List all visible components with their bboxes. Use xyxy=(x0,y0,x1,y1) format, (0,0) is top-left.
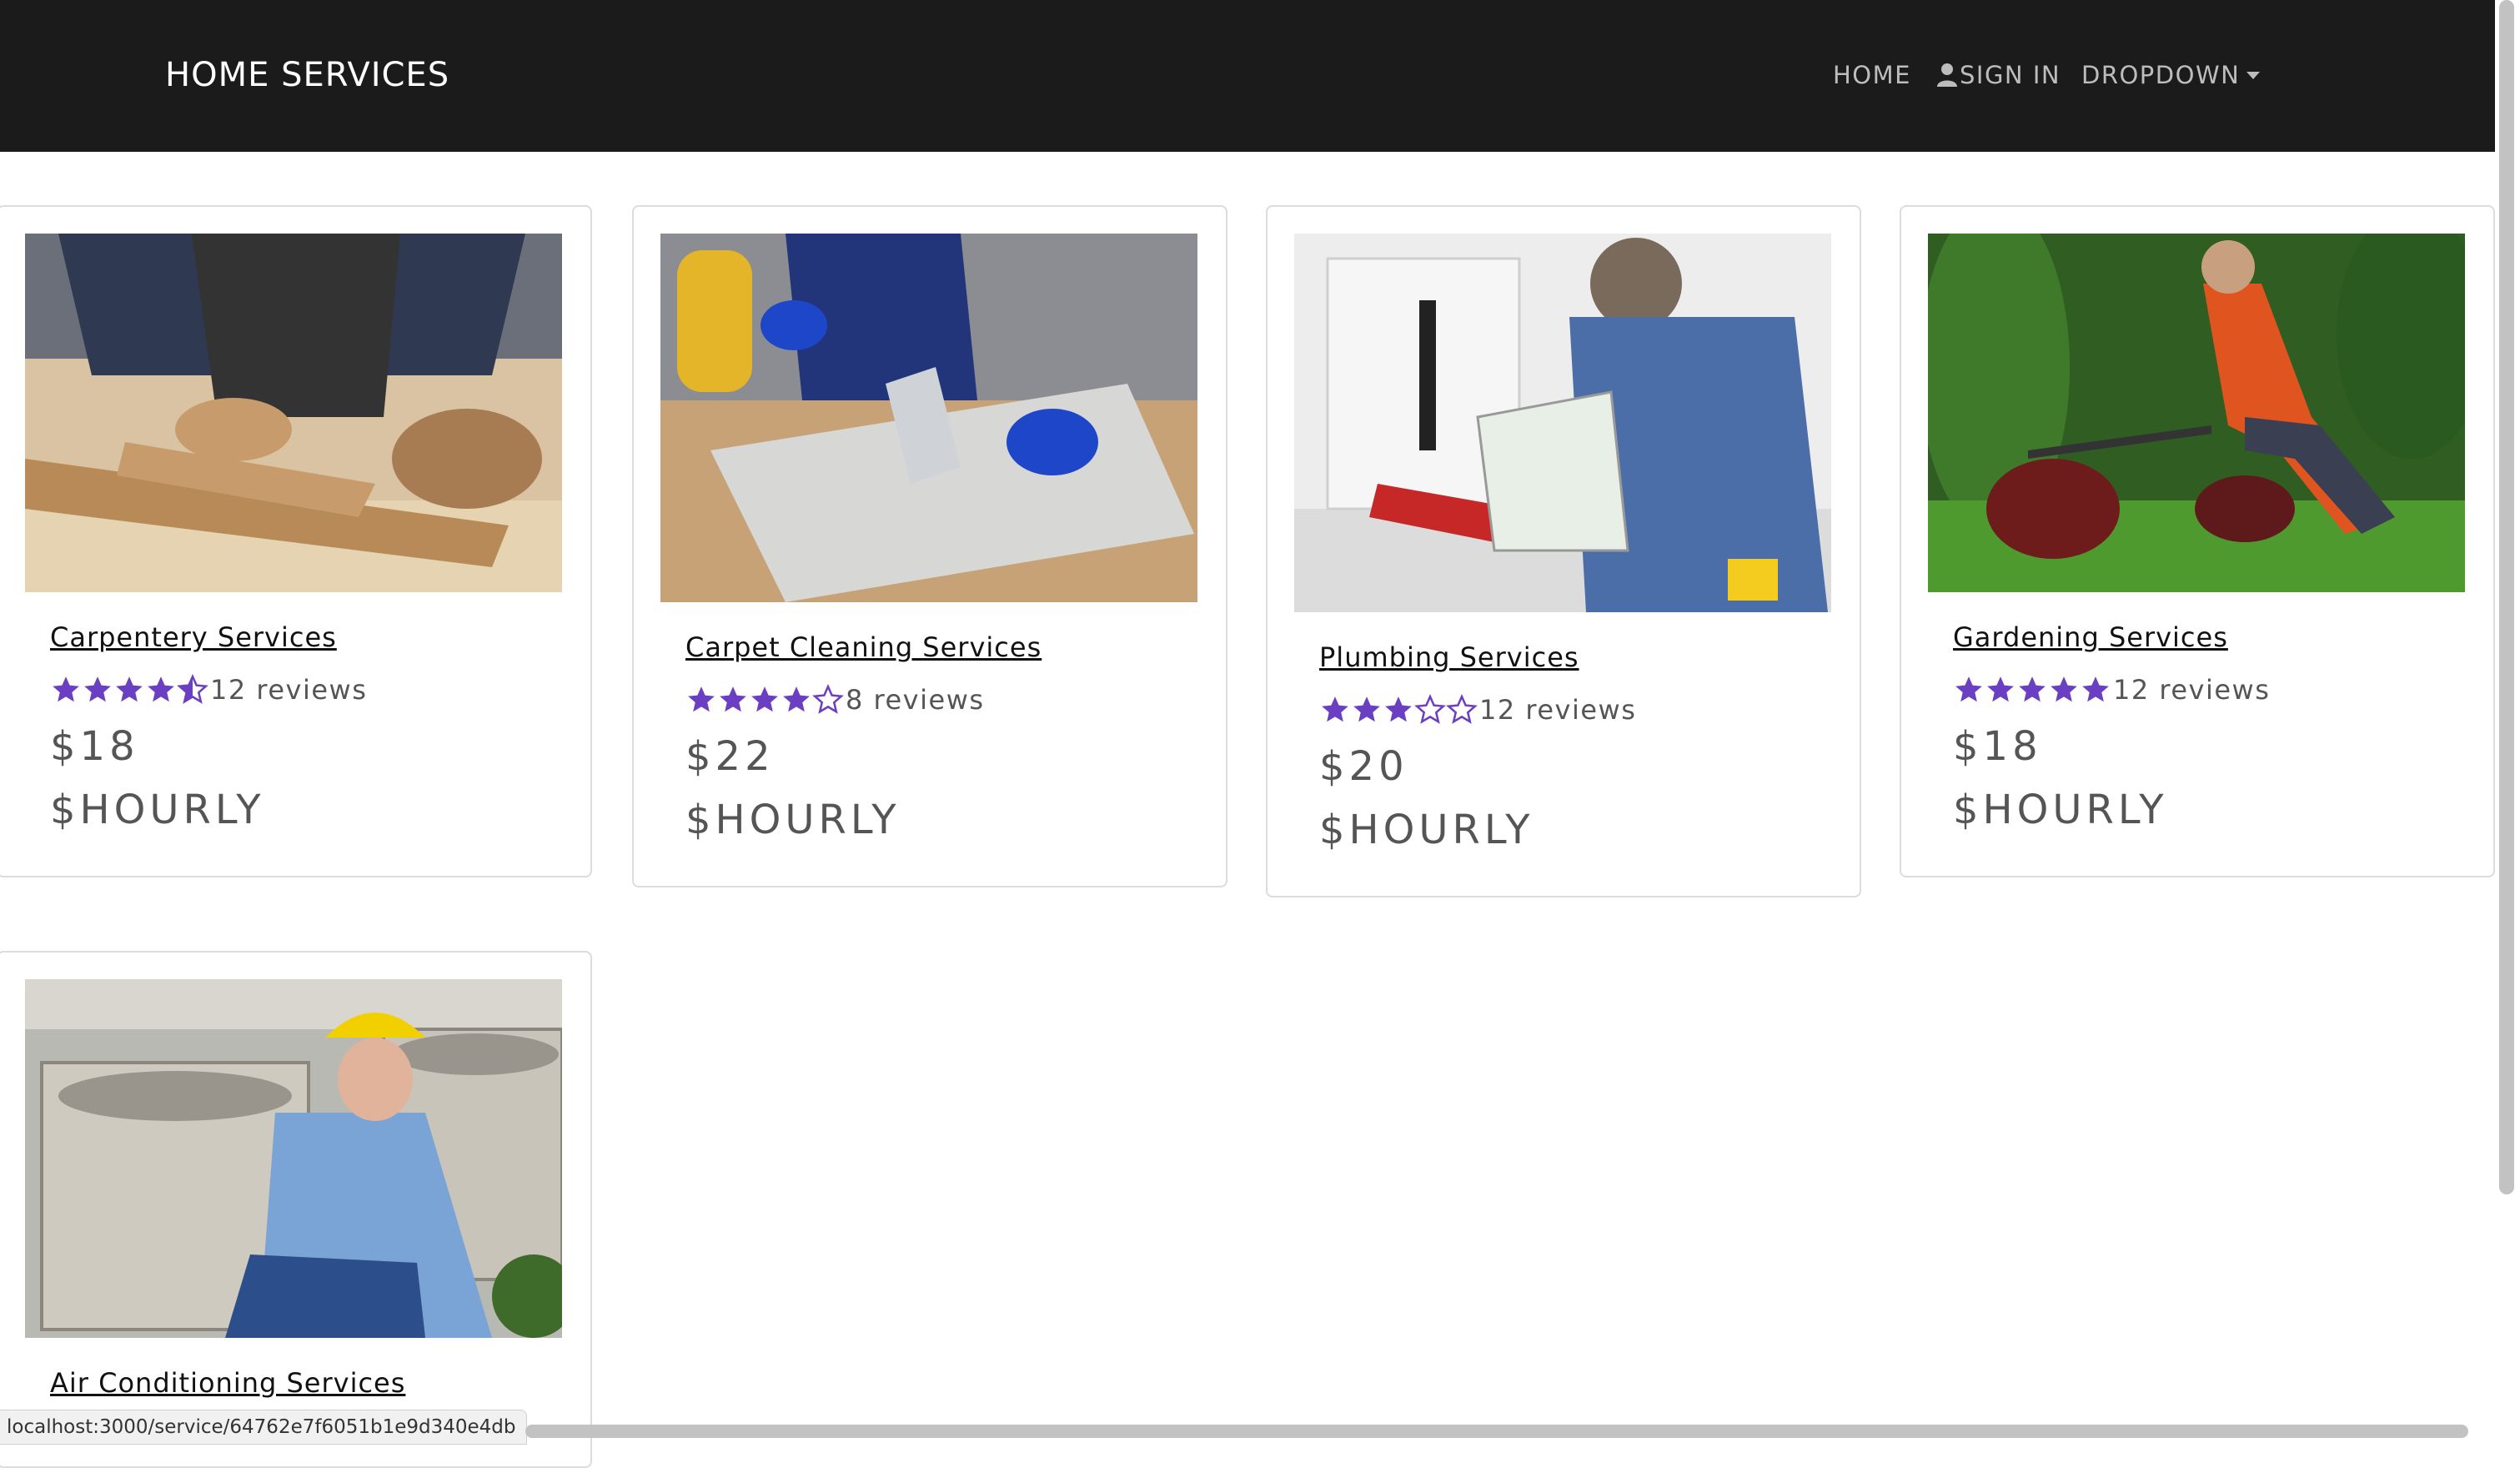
carpentry-photo[interactable] xyxy=(25,234,562,592)
service-price: $18 xyxy=(1953,723,2042,770)
service-title-link[interactable]: Air Conditioning Services xyxy=(50,1365,405,1401)
star-rating xyxy=(1953,674,2111,706)
star-empty-icon xyxy=(812,684,844,714)
star-full-icon xyxy=(148,676,174,702)
service-title-link[interactable]: Plumbing Services xyxy=(1319,639,1579,676)
star-full-icon xyxy=(2082,676,2109,702)
star-full-icon xyxy=(720,686,746,712)
star-empty-icon xyxy=(1414,694,1446,724)
star-full-icon xyxy=(783,686,810,712)
service-card-carpet-cleaning[interactable]: Carpet Cleaning Services 8 reviews $22 $… xyxy=(632,205,1227,887)
rating-row: 12 reviews xyxy=(1953,674,2270,706)
status-bar-url: localhost:3000/service/64762e7f6051b1e9d… xyxy=(0,1410,527,1445)
rating-row: 12 reviews xyxy=(50,674,367,706)
star-rating xyxy=(50,674,208,706)
nav-signin-link[interactable]: SIGN IN xyxy=(1936,58,2061,92)
star-full-icon xyxy=(53,676,79,702)
service-card-gardening[interactable]: Gardening Services 12 reviews $18 $HOURL… xyxy=(1900,205,2495,877)
navbar: HOME SERVICES HOME SIGN IN DROPDOWN xyxy=(0,0,2495,152)
star-rating xyxy=(1319,694,1478,726)
service-rate-unit: $HOURLY xyxy=(1953,787,2168,833)
review-count: 12 reviews xyxy=(1479,694,1637,726)
star-full-icon xyxy=(116,676,143,702)
service-card-plumbing[interactable]: Plumbing Services 12 reviews $20 $HOURLY xyxy=(1266,205,1861,897)
star-full-icon xyxy=(1385,696,1412,722)
review-count: 12 reviews xyxy=(2113,674,2271,706)
caret-down-icon xyxy=(2246,71,2261,79)
star-full-icon xyxy=(1987,676,2014,702)
plumbing-photo[interactable] xyxy=(1294,234,1831,612)
review-count: 8 reviews xyxy=(846,684,985,716)
star-full-icon xyxy=(1322,696,1348,722)
nav-dropdown-toggle[interactable]: DROPDOWN xyxy=(2081,58,2261,92)
carpet-cleaning-photo[interactable] xyxy=(660,234,1197,602)
nav-dropdown-label: DROPDOWN xyxy=(2081,61,2241,89)
star-full-icon xyxy=(688,686,715,712)
air-conditioning-photo[interactable] xyxy=(25,979,562,1338)
service-rate-unit: $HOURLY xyxy=(685,797,901,843)
star-full-icon xyxy=(2051,676,2077,702)
service-card-carpentry[interactable]: Carpentery Services 12 reviews $18 $HOUR… xyxy=(0,205,592,877)
vertical-scrollbar[interactable] xyxy=(2499,0,2514,1194)
brand-logo[interactable]: HOME SERVICES xyxy=(165,52,449,98)
service-title-link[interactable]: Carpet Cleaning Services xyxy=(685,629,1042,666)
review-count: 12 reviews xyxy=(210,674,368,706)
nav-signin-label: SIGN IN xyxy=(1960,61,2061,89)
star-full-icon xyxy=(2019,676,2046,702)
star-full-icon xyxy=(1955,676,1982,702)
service-rate-unit: $HOURLY xyxy=(50,787,265,833)
gardening-photo[interactable] xyxy=(1928,234,2465,592)
user-icon xyxy=(1937,63,1957,87)
horizontal-scrollbar[interactable] xyxy=(525,1425,2468,1438)
service-title-link[interactable]: Gardening Services xyxy=(1953,619,2228,656)
star-rating xyxy=(685,684,844,716)
star-empty-icon xyxy=(1446,694,1478,724)
service-price: $20 xyxy=(1319,743,1408,790)
rating-row: 12 reviews xyxy=(1319,694,1636,726)
service-price: $22 xyxy=(685,733,775,780)
star-full-icon xyxy=(751,686,778,712)
star-half-icon xyxy=(177,674,208,704)
star-full-icon xyxy=(84,676,111,702)
service-card-air-conditioning[interactable]: Air Conditioning Services xyxy=(0,951,592,1468)
service-title-link[interactable]: Carpentery Services xyxy=(50,619,337,656)
star-full-icon xyxy=(1353,696,1380,722)
nav-home-link[interactable]: HOME xyxy=(1833,58,1911,92)
rating-row: 8 reviews xyxy=(685,684,985,716)
service-price: $18 xyxy=(50,723,139,770)
service-rate-unit: $HOURLY xyxy=(1319,807,1534,853)
